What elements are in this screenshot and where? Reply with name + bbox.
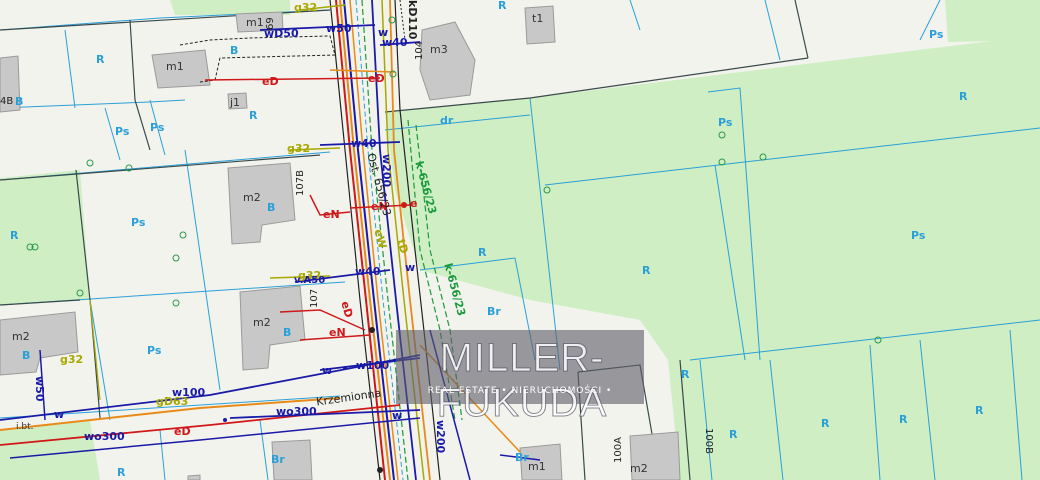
land-use-label: B (15, 95, 24, 108)
land-use-label: B (267, 201, 276, 214)
utility-label: w (54, 408, 65, 421)
utility-label: eN (329, 326, 346, 339)
building-label: m1 (528, 460, 546, 473)
address-number: 104 (414, 40, 425, 60)
utility-label: w40 (355, 265, 381, 278)
address-number: 4B (0, 96, 14, 107)
land-use-label: R (96, 53, 105, 66)
building-m3 (419, 21, 476, 101)
land-use-label: Br (271, 453, 285, 466)
utility-label: eD (368, 72, 385, 85)
utility-label: wD50 (264, 27, 299, 40)
land-use-label: Ps (911, 229, 926, 242)
utility-label: w40 (351, 137, 377, 150)
utility-label: w (405, 261, 416, 274)
utility-label: kD110 (406, 0, 419, 40)
land-use-label: Ps (131, 216, 146, 229)
utility-label: g32 (60, 353, 84, 366)
utility-label: wo300 (276, 405, 317, 418)
land-use-label: Ps (115, 125, 130, 138)
utility-label: w100 (356, 359, 390, 372)
address-number: 100B (703, 428, 714, 454)
address-number: 107B (295, 170, 306, 196)
land-use-label: R (642, 264, 651, 277)
utility-label: eD (338, 299, 356, 320)
building-label: m2 (630, 462, 648, 475)
land-use-label: B (230, 44, 239, 57)
utility-label: w50 (326, 22, 352, 35)
utility-label: w50 (33, 376, 46, 402)
utility-label: eD (174, 425, 191, 438)
building-label: i.bt. (16, 422, 34, 432)
building-m2-107b (227, 162, 296, 245)
field-northeast (945, 0, 1040, 42)
utility-label: g32 (287, 142, 311, 155)
address-number: 100A (613, 437, 624, 463)
utility-label: v.A50 (294, 275, 326, 286)
utility-label: w (392, 409, 403, 422)
utility-label: w100 (172, 386, 206, 399)
building-label: m2 (12, 330, 30, 343)
watermark: MILLER-FUKUDA REAL ESTATE • NIERUCHOMOŚC… (396, 330, 644, 426)
land-use-label: Ps (929, 28, 944, 41)
building-bottom-2 (187, 474, 201, 480)
building-label: j1 (230, 96, 241, 109)
building-label: t1 (532, 12, 544, 25)
building-label: m2 (243, 191, 261, 204)
land-use-label: R (681, 368, 690, 381)
land-use-label: B (283, 326, 292, 339)
building-label: m3 (430, 43, 448, 56)
land-use-label: dr (440, 114, 454, 127)
utility-label: eN (323, 208, 340, 221)
building-label: m1 (166, 60, 184, 73)
land-use-label: B (22, 349, 31, 362)
land-use-label: Br (487, 305, 501, 318)
land-use-label: R (959, 90, 968, 103)
utility-label: e (410, 197, 418, 210)
land-use-label: R (117, 466, 126, 479)
watermark-tagline: REAL ESTATE • NIERUCHOMOŚCI • (427, 386, 613, 396)
land-use-label: Ps (147, 344, 162, 357)
land-use-label: R (478, 246, 487, 259)
building-m2-107 (239, 285, 306, 371)
watermark-brand: MILLER-FUKUDA (436, 336, 608, 426)
land-use-label: Ps (718, 116, 733, 129)
land-use-label: R (899, 413, 908, 426)
building-label: m1 (246, 16, 264, 29)
utility-label: w (322, 364, 333, 377)
utility-label: eD (262, 75, 279, 88)
land-use-label: Ps (150, 121, 165, 134)
land-use-label: R (10, 229, 19, 242)
utility-label: w (378, 26, 389, 39)
land-use-label: R (729, 428, 738, 441)
map-view[interactable]: R R R R R R R R R R R R R Ps Ps Ps Ps Ps… (0, 0, 1040, 480)
utility-label: wo300 (84, 430, 125, 443)
land-use-label: R (249, 109, 258, 122)
land-use-label: R (975, 404, 984, 417)
building-label: m2 (253, 316, 271, 329)
land-use-label: R (498, 0, 507, 12)
utility-label: g32 (294, 1, 318, 14)
land-use-label: R (821, 417, 830, 430)
land-use-label: Br (515, 451, 529, 464)
address-number: 107 (309, 288, 320, 308)
utility-label: tD (394, 237, 411, 256)
